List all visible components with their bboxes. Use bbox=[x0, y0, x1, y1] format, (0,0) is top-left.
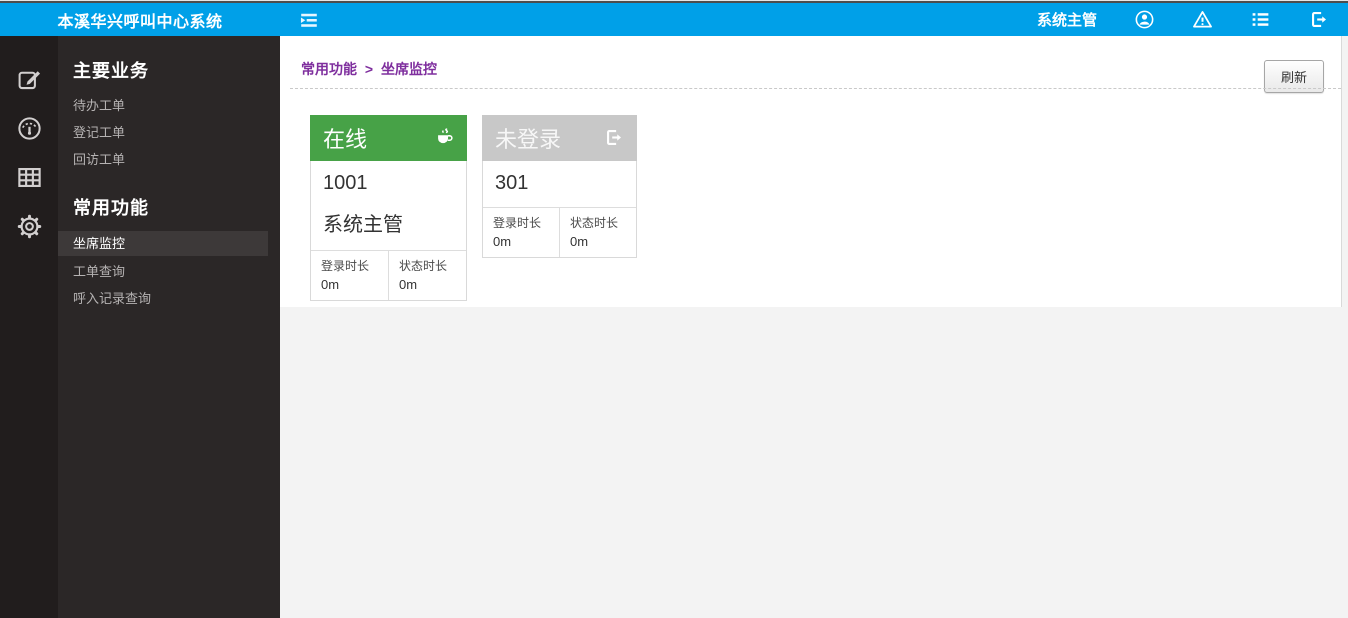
state-duration-value: 0m bbox=[570, 234, 589, 249]
logout-icon bbox=[603, 127, 626, 150]
agent-card-footer: 登录时长 0m 状态时长 0m bbox=[483, 207, 636, 257]
sidebar-item-pending-tickets[interactable]: 待办工单 bbox=[58, 92, 280, 119]
topbar-actions: 系统主管 bbox=[1037, 9, 1348, 30]
login-duration-value: 0m bbox=[493, 234, 512, 249]
sidebar-icon-strip bbox=[0, 36, 58, 618]
agent-card-body: 1001 系统主管 bbox=[311, 161, 466, 250]
agent-card-body: 301 bbox=[483, 161, 636, 207]
agent-id: 1001 bbox=[323, 172, 368, 194]
state-duration-cell: 状态时长 0m bbox=[559, 208, 636, 257]
app-title: 本溪华兴呼叫中心系统 bbox=[57, 13, 223, 31]
current-user-label[interactable]: 系统主管 bbox=[1037, 9, 1097, 30]
edit-icon[interactable] bbox=[16, 66, 43, 93]
sidebar-item-agent-monitor[interactable]: 坐席监控 bbox=[58, 231, 268, 256]
breadcrumb: 常用功能 > 坐席监控 bbox=[301, 59, 437, 79]
sidebar-menu: 主要业务 待办工单 登记工单 回访工单 常用功能 坐席监控 工单查询 呼入记录查… bbox=[58, 36, 280, 618]
gear-icon[interactable] bbox=[16, 213, 43, 240]
sidebar-item-ticket-query[interactable]: 工单查询 bbox=[58, 258, 280, 285]
logout-icon[interactable] bbox=[1308, 9, 1329, 30]
state-duration-label: 状态时长 bbox=[399, 259, 448, 273]
agent-status-label: 在线 bbox=[323, 127, 368, 152]
breadcrumb-parent[interactable]: 常用功能 bbox=[301, 61, 357, 77]
login-duration-value: 0m bbox=[321, 277, 340, 292]
agent-status-label: 未登录 bbox=[495, 127, 562, 152]
login-duration-label: 登录时长 bbox=[493, 216, 542, 230]
agent-card-online: 在线 1001 系统主管 登录时长 0m 状态时长 0m bbox=[310, 115, 467, 301]
collapse-menu-icon[interactable] bbox=[298, 8, 322, 32]
gauge-icon[interactable] bbox=[16, 115, 43, 142]
agent-name: 系统主管 bbox=[323, 214, 403, 236]
content-panel: 常用功能 > 坐席监控 刷新 在线 1001 系统主管 登录时长 0m 状态时长… bbox=[280, 36, 1342, 307]
topbar: 本溪华兴呼叫中心系统 系统主管 bbox=[0, 3, 1348, 36]
sidebar-item-register-tickets[interactable]: 登记工单 bbox=[58, 119, 280, 146]
sidebar-item-inbound-call-query[interactable]: 呼入记录查询 bbox=[58, 285, 280, 312]
breadcrumb-separator: > bbox=[364, 61, 374, 77]
breadcrumb-divider bbox=[290, 88, 1341, 89]
state-duration-label: 状态时长 bbox=[570, 216, 619, 230]
window-top-edge bbox=[0, 0, 1348, 3]
breadcrumb-current[interactable]: 坐席监控 bbox=[381, 61, 437, 77]
coffee-cup-icon bbox=[433, 127, 456, 150]
main-area: 常用功能 > 坐席监控 刷新 在线 1001 系统主管 登录时长 0m 状态时长… bbox=[280, 36, 1348, 618]
sidebar-section-main-business: 主要业务 bbox=[73, 61, 149, 81]
app-root: 本溪华兴呼叫中心系统 系统主管 主要业务 待办工单 登记工单 回访工单 常用功能… bbox=[0, 0, 1348, 618]
agent-card-header: 在线 bbox=[310, 115, 467, 161]
sidebar-section-common-functions: 常用功能 bbox=[73, 198, 149, 218]
login-duration-cell: 登录时长 0m bbox=[311, 251, 388, 300]
table-icon[interactable] bbox=[16, 164, 43, 191]
state-duration-value: 0m bbox=[399, 277, 418, 292]
agent-cards: 在线 1001 系统主管 登录时长 0m 状态时长 0m 未登录 301 登录时… bbox=[310, 115, 637, 301]
warning-icon[interactable] bbox=[1192, 9, 1213, 30]
login-duration-label: 登录时长 bbox=[321, 259, 370, 273]
login-duration-cell: 登录时长 0m bbox=[483, 208, 559, 257]
list-icon[interactable] bbox=[1250, 9, 1271, 30]
agent-card-footer: 登录时长 0m 状态时长 0m bbox=[311, 250, 466, 300]
sidebar-item-followup-tickets[interactable]: 回访工单 bbox=[58, 146, 280, 173]
user-circle-icon[interactable] bbox=[1134, 9, 1155, 30]
agent-card-offline: 未登录 301 登录时长 0m 状态时长 0m bbox=[482, 115, 637, 258]
state-duration-cell: 状态时长 0m bbox=[388, 251, 466, 300]
agent-id: 301 bbox=[495, 172, 529, 194]
agent-card-header: 未登录 bbox=[482, 115, 637, 161]
